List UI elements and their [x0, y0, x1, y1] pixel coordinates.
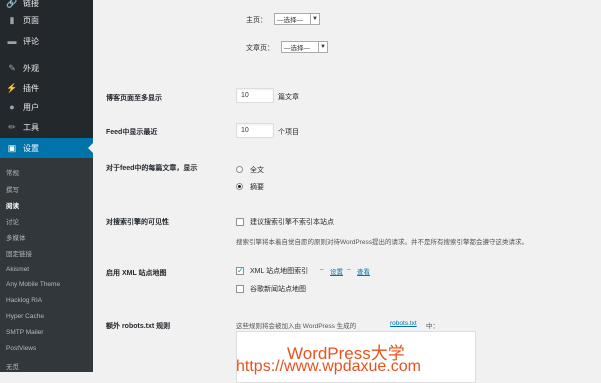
sidebar-item-label: 页面	[23, 15, 39, 25]
homepage-label: 主页：	[246, 17, 267, 24]
submenu-item-reading[interactable]: 阅读	[6, 200, 19, 210]
robots-label: 额外 robots.txt 规则	[106, 323, 171, 330]
feed-count-label: Feed中显示最近	[106, 129, 158, 136]
visibility-description: 搜索引擎将本着自觉自愿的原则对待WordPress提出的请求。并不是所有搜索引擎…	[236, 239, 529, 246]
posts-per-page-value: 10	[241, 92, 249, 99]
sidebar-item-label: 评论	[23, 36, 39, 46]
feed-count-unit: 个项目	[278, 129, 299, 136]
feed-article-label: 对于feed中的每篇文章，显示	[106, 165, 198, 172]
page-icon: ▮	[9, 14, 15, 25]
submenu-item-writing[interactable]: 撰写	[6, 184, 19, 194]
feed-summary-radio[interactable]	[236, 183, 243, 190]
homepage-select[interactable]: —选择— ▼	[274, 13, 320, 25]
sidebar-item-comments[interactable]: ▬ 评论	[0, 31, 93, 51]
sidebar-item-settings[interactable]: ▣ 设置	[0, 138, 93, 158]
submenu-item-akismet[interactable]: Akismet	[6, 266, 29, 273]
xml-sitemap-label: 启用 XML 站点地图	[106, 270, 167, 277]
posts-per-page-label: 博客页面至多显示	[106, 95, 162, 102]
xml-settings-link[interactable]: 设置	[330, 266, 343, 276]
robots-txt-link[interactable]: robots.txt	[390, 320, 417, 327]
feed-count-value: 10	[241, 127, 249, 134]
feed-full-radio[interactable]	[236, 166, 243, 173]
xml-view-link[interactable]: 查看	[357, 266, 370, 276]
sidebar-item-users[interactable]: ● 用户	[0, 97, 93, 117]
xml-sep-2: –	[347, 266, 351, 273]
submenu-item-hyper-cache[interactable]: Hyper Cache	[6, 313, 44, 320]
sidebar-item-label: 用户	[23, 102, 39, 112]
submenu-item-media[interactable]: 多媒体	[6, 232, 26, 242]
watermark-url: https://www.wpdaxue.com	[236, 358, 421, 375]
settings-form: 主页： —选择— ▼ 文章页： —选择— ▼ 博客页面至多显示 10 篇文章 F…	[93, 0, 601, 383]
admin-sidebar: 🔗 链接 ▮ 页面 ▬ 评论 ✎ 外观 ⚡ 插件 ● 用户 ✏ 工具 ▣ 设置 …	[0, 0, 93, 372]
xml-sep-1: –	[320, 266, 324, 273]
sidebar-item-label: 设置	[23, 143, 39, 153]
postspage-select[interactable]: —选择— ▼	[281, 41, 328, 53]
user-icon: ●	[9, 102, 15, 112]
sidebar-item-appearance[interactable]: ✎ 外观	[0, 58, 93, 78]
feed-count-input[interactable]: 10	[236, 123, 274, 138]
sidebar-item-tools[interactable]: ✏ 工具	[0, 117, 93, 137]
plugin-icon: ⚡	[6, 82, 18, 93]
postspage-select-value: —选择—	[284, 45, 310, 52]
submenu-item-general[interactable]: 常规	[6, 167, 19, 177]
submenu-item-permalinks[interactable]: 固定链接	[6, 248, 32, 258]
robots-desc-post: 中：	[426, 323, 439, 330]
sidebar-item-label: 工具	[23, 122, 39, 132]
posts-per-page-unit: 篇文章	[278, 94, 299, 101]
google-news-label: 谷歌新闻站点地图	[250, 286, 306, 293]
feed-full-label: 全文	[250, 167, 264, 174]
sidebar-item-plugins[interactable]: ⚡ 插件	[0, 78, 93, 98]
submenu-item-any-mobile-theme[interactable]: Any Mobile Theme	[6, 281, 60, 288]
sidebar-item-label: 外观	[23, 63, 39, 73]
chevron-down-icon: ▼	[318, 42, 327, 52]
postspage-label: 文章页：	[246, 45, 274, 52]
submenu-item-wumii[interactable]: 无觅	[6, 361, 19, 371]
sidebar-item-label: 插件	[23, 83, 39, 93]
comment-icon: ▬	[7, 36, 17, 46]
appearance-icon: ✎	[8, 62, 16, 73]
tools-icon: ✏	[8, 121, 16, 132]
google-news-checkbox[interactable]	[236, 285, 244, 293]
chevron-down-icon: ▼	[310, 14, 319, 24]
settings-icon: ▣	[7, 142, 17, 153]
settings-submenu: 常规 撰写 阅读 讨论 多媒体 固定链接 Akismet Any Mobile …	[0, 158, 93, 372]
visibility-checkbox-label: 建议搜索引擎不索引本站点	[250, 219, 334, 226]
posts-per-page-input[interactable]: 10	[236, 88, 274, 103]
sidebar-item-pages[interactable]: ▮ 页面	[0, 10, 93, 30]
link-icon: 🔗	[6, 0, 18, 8]
submenu-item-hacklog-ria[interactable]: Hacklog RIA	[6, 297, 42, 304]
submenu-item-postviews[interactable]: PostViews	[6, 345, 36, 352]
sidebar-item-label: 链接	[23, 0, 39, 8]
homepage-select-value: —选择—	[277, 17, 303, 24]
feed-summary-label: 摘要	[250, 184, 264, 191]
submenu-item-smtp-mailer[interactable]: SMTP Mailer	[6, 329, 43, 336]
robots-desc-pre: 这些规则将会被加入由 WordPress 生成的	[236, 323, 357, 330]
visibility-label: 对搜索引擎的可见性	[106, 219, 169, 226]
submenu-item-discussion[interactable]: 讨论	[6, 216, 19, 226]
xml-sitemap-checkbox-label: XML 站点地图索引	[250, 268, 309, 275]
visibility-checkbox[interactable]	[236, 218, 244, 226]
xml-sitemap-checkbox[interactable]: ✓	[236, 267, 244, 275]
